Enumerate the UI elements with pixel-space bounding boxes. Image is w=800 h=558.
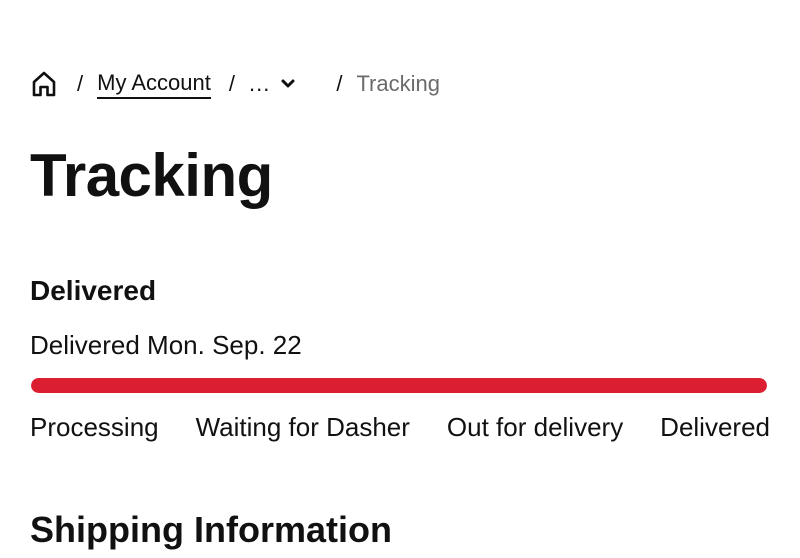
breadcrumb-separator: / <box>228 71 235 96</box>
delivery-date-text: Delivered Mon. Sep. 22 <box>30 330 302 360</box>
delivery-progress-bar <box>31 378 767 393</box>
breadcrumb-separator: / <box>77 71 84 96</box>
step-waiting-for-dasher: Waiting for Dasher <box>195 412 410 442</box>
breadcrumb-current: Tracking <box>356 71 440 96</box>
breadcrumb-my-account-link[interactable]: My Account <box>97 70 211 99</box>
shipping-information-title: Shipping Information <box>30 509 392 550</box>
step-processing: Processing <box>30 412 159 442</box>
chevron-down-icon <box>281 79 295 88</box>
step-delivered: Delivered <box>660 412 770 442</box>
delivery-status-heading: Delivered <box>30 275 157 306</box>
breadcrumb-ellipsis: ... <box>248 71 271 96</box>
home-icon <box>32 71 56 97</box>
delivery-steps: Processing Waiting for Dasher Out for de… <box>30 410 770 444</box>
breadcrumb: / My Account / ... / Tracking <box>31 66 440 102</box>
breadcrumb-more-dropdown[interactable]: ... <box>249 71 296 97</box>
home-link[interactable] <box>31 69 59 99</box>
page-title: Tracking <box>30 142 273 209</box>
breadcrumb-separator: / <box>336 71 343 96</box>
delivery-progress-fill <box>31 378 767 393</box>
step-out-for-delivery: Out for delivery <box>446 412 624 442</box>
